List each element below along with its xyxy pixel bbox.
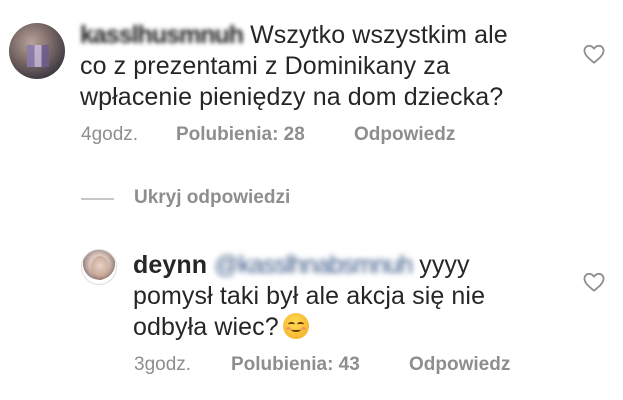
- reply-mention[interactable]: @kasslhnabsmnuh: [214, 251, 413, 279]
- comment-likes[interactable]: Polubienia: 28: [176, 124, 305, 146]
- reply-time: 3godz.: [134, 354, 192, 375]
- comment-text-line2: co z prezentami z Dominikany za: [80, 52, 450, 80]
- reply-avatar[interactable]: [81, 249, 117, 285]
- heart-outline-icon[interactable]: [583, 272, 605, 292]
- reply-meta: 3godz. Polubienia: 43 Odpowiedz: [134, 354, 594, 378]
- comment-time: 4godz.: [81, 124, 139, 145]
- reply-reply-button[interactable]: Odpowiedz: [409, 354, 510, 376]
- hide-replies-button[interactable]: Ukryj odpowiedzi: [134, 187, 290, 209]
- reply-likes[interactable]: Polubienia: 43: [231, 354, 360, 376]
- comment-text: kasslhusmnuh Wszytko wszystkim ale co z …: [80, 20, 570, 113]
- reply-avatar-image: [91, 256, 109, 280]
- comment-reply-button[interactable]: Odpowiedz: [354, 124, 455, 146]
- reply-text-line3: odbyła wiec?: [133, 313, 279, 341]
- reply-text-line1: yyyy: [419, 251, 470, 279]
- avatar[interactable]: [9, 23, 65, 79]
- reply-username[interactable]: deynn: [133, 251, 207, 279]
- reply-comment: deynn @kasslhnabsmnuh yyyy pomysł taki b…: [0, 230, 623, 400]
- avatar-image: [27, 45, 49, 67]
- reply-text-line2: pomysł taki był ale akcja się nie: [133, 282, 486, 310]
- reply-text: deynn @kasslhnabsmnuh yyyy pomysł taki b…: [133, 250, 573, 343]
- comment-username[interactable]: kasslhusmnuh: [80, 20, 244, 51]
- smiling-face-emoji: [282, 313, 309, 339]
- comment-meta: 4godz. Polubienia: 28 Odpowiedz: [81, 124, 581, 148]
- heart-outline-icon[interactable]: [583, 44, 605, 64]
- comment-text-line3: wpłacenie pieniędzy na dom dziecka?: [80, 83, 504, 111]
- comment-text-line1: Wszytko wszystkim ale: [250, 21, 508, 49]
- hide-replies-line: [81, 198, 114, 200]
- comment: kasslhusmnuh Wszytko wszystkim ale co z …: [0, 0, 623, 160]
